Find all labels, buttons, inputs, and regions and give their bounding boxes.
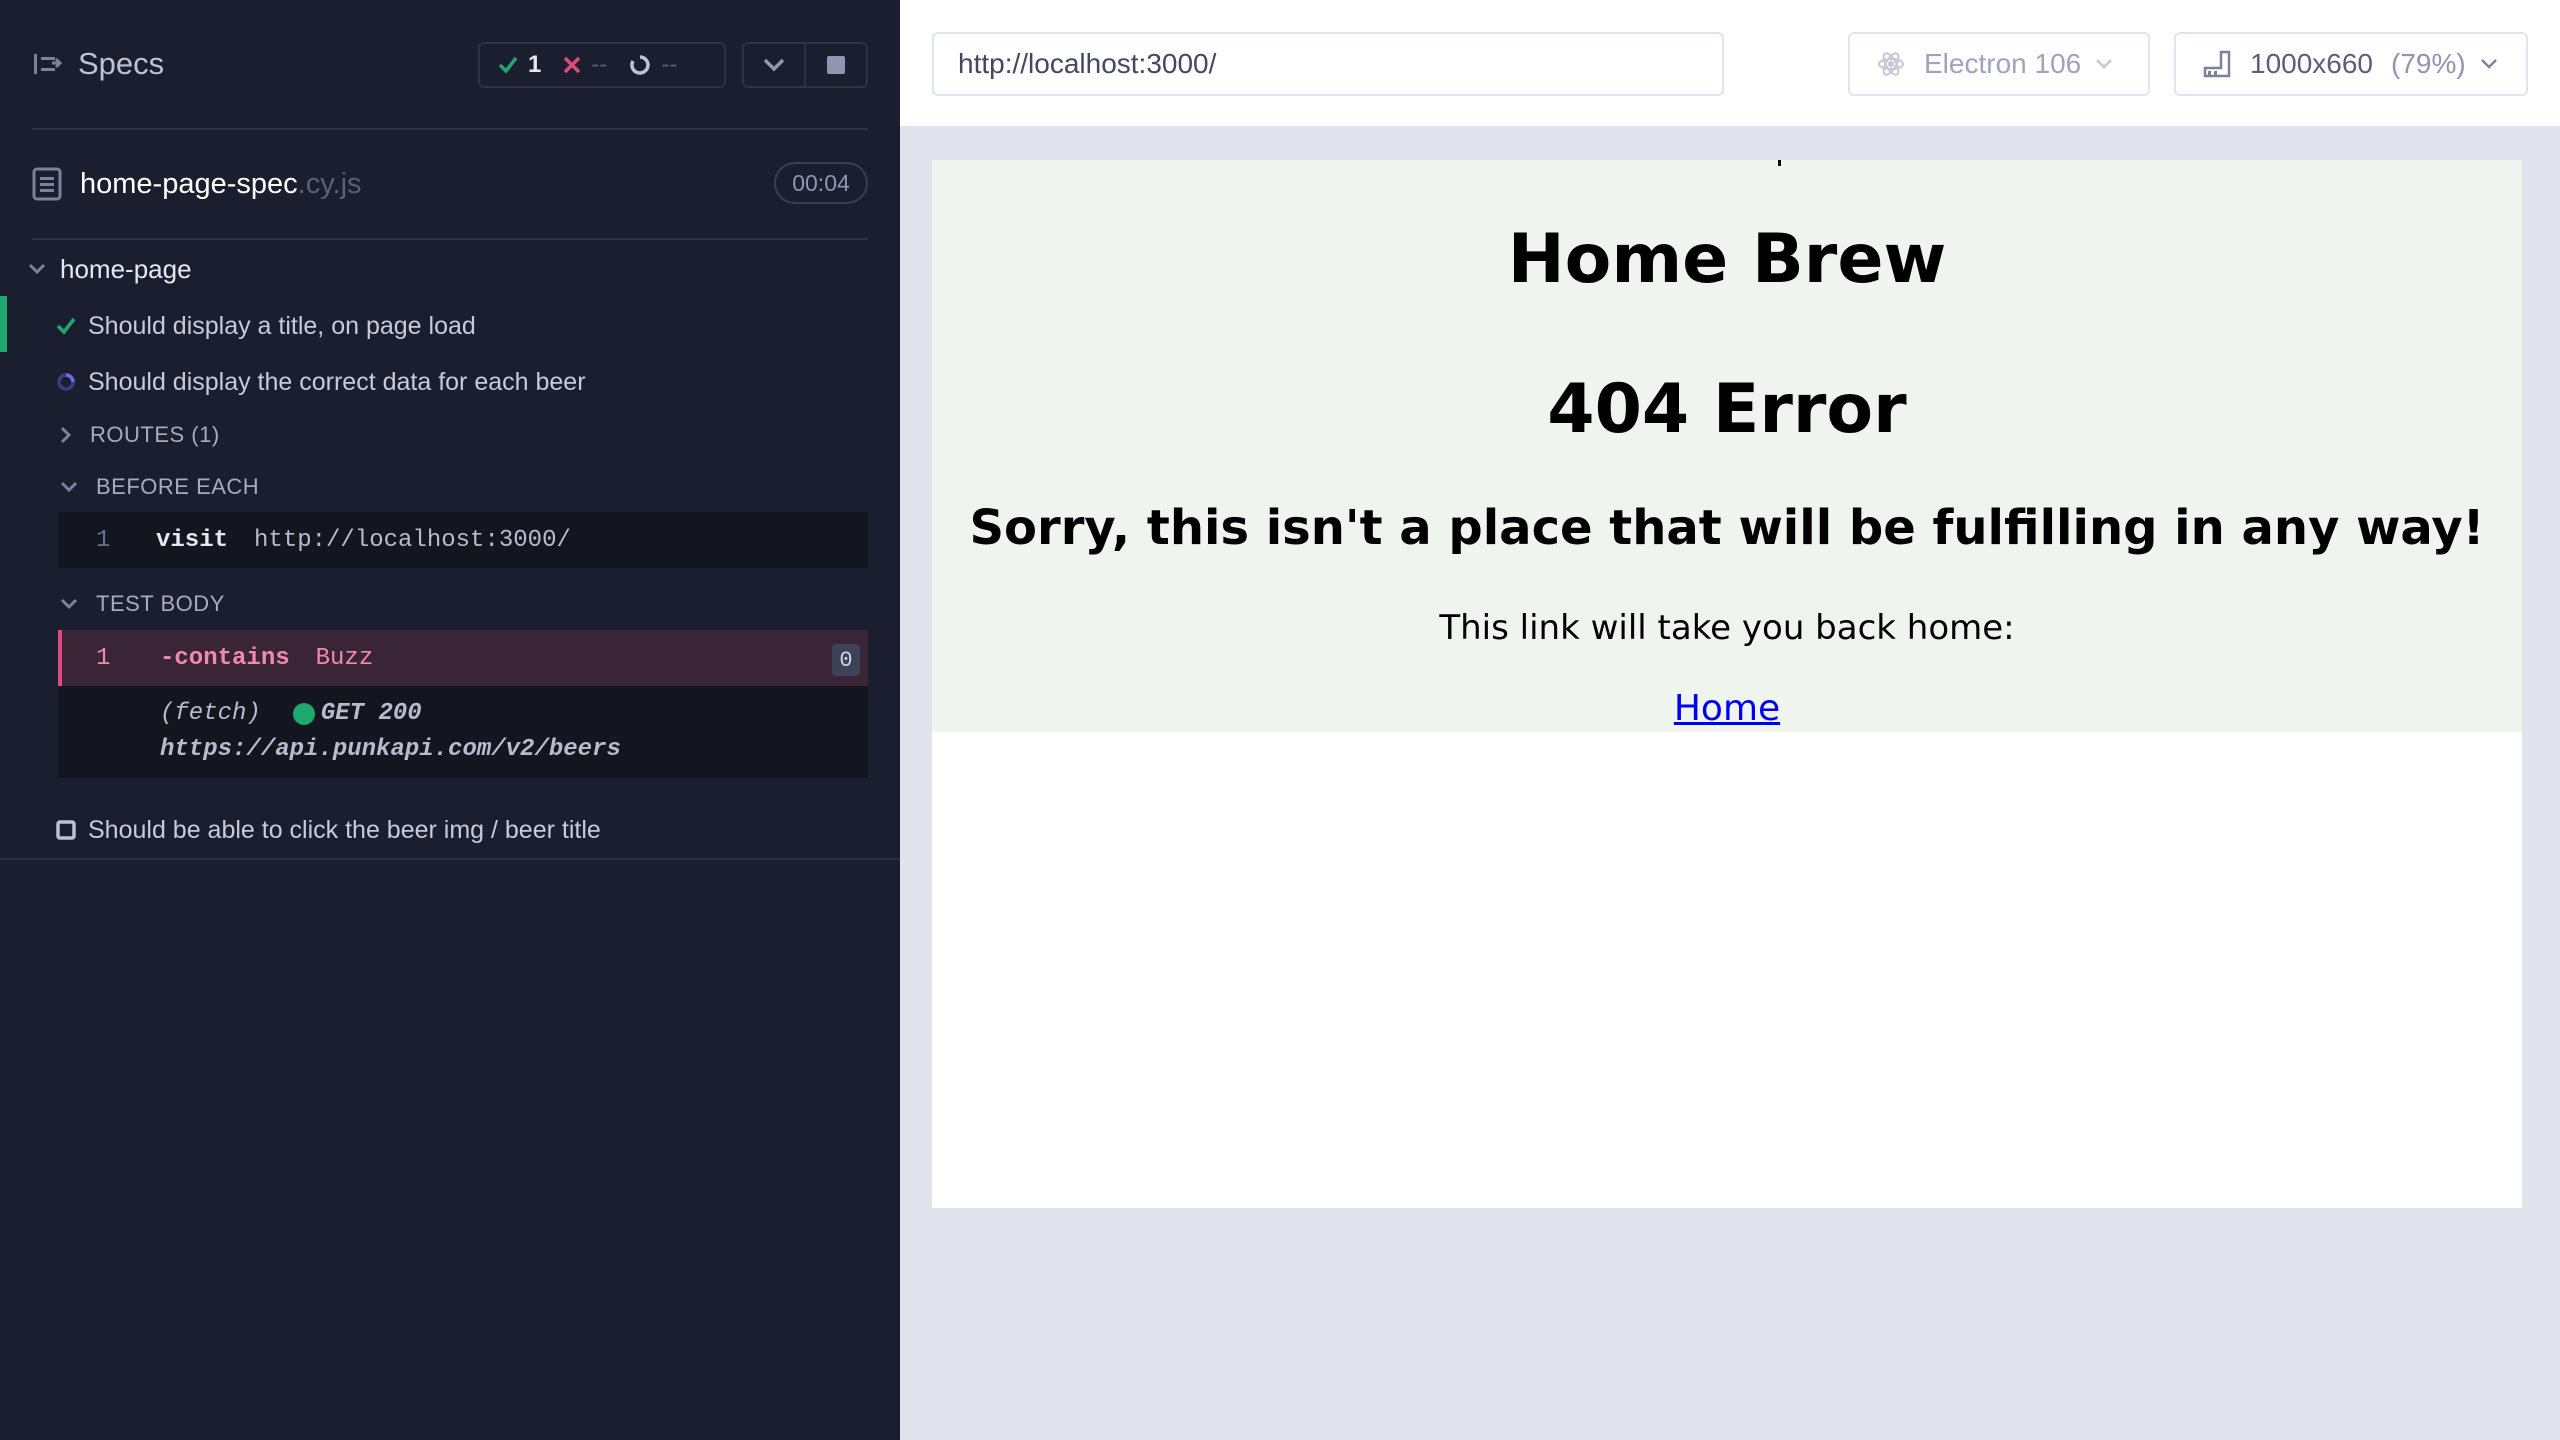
chevron-down-icon [28, 263, 46, 275]
app-viewport: Home Brew 404 Error Sorry, this isn't a … [932, 160, 2522, 1208]
pending-stat: -- [629, 51, 677, 79]
page-artifact-mark [1778, 160, 1781, 166]
app-title: Home Brew [1507, 220, 1947, 299]
command-number: 1 [96, 526, 111, 554]
test-body-section[interactable]: TEST BODY [60, 588, 225, 620]
spec-duration: 00:04 [774, 162, 868, 204]
test-title: Should display the correct data for each… [88, 367, 586, 396]
spec-extension: .cy.js [297, 167, 362, 200]
command-name: visit [156, 526, 229, 554]
suite-title: home-page [60, 253, 192, 284]
reporter-header: Specs 1 -- -- [0, 0, 900, 130]
chevron-down-icon [763, 58, 785, 72]
status-dot-icon [292, 702, 315, 725]
test-body-commands: 1 -contains Buzz 0 (fetch) GET 200 https… [58, 630, 868, 778]
pending-icon [630, 55, 650, 75]
electron-icon [1878, 52, 1904, 76]
zoom-level: (79%) [2391, 48, 2466, 79]
tests-bottom-divider [0, 858, 900, 860]
command-name: -contains [160, 644, 290, 672]
url-bar[interactable]: http://localhost:3000/ [932, 32, 1724, 96]
passed-count: 1 [528, 51, 542, 78]
before-each-section[interactable]: BEFORE EACH [60, 471, 259, 503]
ruler-icon [2203, 50, 2231, 78]
stop-button[interactable] [804, 44, 866, 86]
viewport-selector[interactable]: 1000x660 (79%) [2174, 32, 2528, 96]
app-under-test-area: http://localhost:3000/ Electron 106 1000… [900, 0, 2560, 1440]
run-controls [742, 42, 868, 88]
specs-label: Specs [78, 46, 165, 81]
home-link[interactable]: Home [1674, 688, 1780, 729]
passed-stat: 1 [498, 51, 541, 79]
suite-home-page[interactable]: home-page [28, 252, 192, 286]
command-contains[interactable]: 1 -contains Buzz 0 [58, 630, 868, 686]
fetch-url-line: https://api.punkapi.com/v2/beers [160, 736, 621, 763]
app-page: Home Brew 404 Error Sorry, this isn't a … [932, 160, 2522, 732]
pending-square-icon [56, 820, 76, 840]
expand-all-button[interactable] [744, 44, 804, 86]
spec-name: home-page-spec [80, 167, 298, 200]
fetch-status: GET 200 [320, 700, 422, 727]
routes-label: ROUTES (1) [90, 422, 220, 447]
back-home-text: This link will take you back home: [1439, 608, 2015, 648]
aut-toolbar: http://localhost:3000/ Electron 106 1000… [900, 0, 2560, 128]
cross-icon [564, 56, 581, 74]
chevron-down-icon [60, 481, 78, 493]
test-stats: 1 -- -- [478, 42, 726, 88]
test-title: Should be able to click the beer img / b… [88, 815, 601, 844]
chevron-down-icon [2480, 59, 2497, 69]
element-count-badge: 0 [832, 644, 860, 676]
chevron-down-icon [60, 598, 78, 610]
fetch-label: (fetch) [160, 700, 261, 727]
pending-count: -- [661, 51, 678, 78]
passed-indicator-bar [0, 296, 7, 352]
spec-divider [32, 238, 868, 240]
command-visit[interactable]: 1 visit http://localhost:3000/ [58, 512, 868, 568]
browser-name: Electron 106 [1924, 48, 2082, 79]
header-divider [32, 128, 868, 130]
specs-toggle-button[interactable]: Specs [32, 46, 164, 82]
browser-selector[interactable]: Electron 106 [1848, 32, 2150, 96]
failed-stat: -- [563, 51, 607, 79]
check-icon [498, 56, 518, 74]
routes-section[interactable]: ROUTES (1) [60, 419, 220, 451]
before-each-label: BEFORE EACH [96, 474, 260, 499]
specs-list-icon [34, 54, 63, 74]
test-title: Should display a title, on page load [88, 311, 476, 340]
command-number: 1 [96, 644, 111, 672]
running-spinner-icon [57, 373, 75, 391]
test-body-label: TEST BODY [96, 591, 225, 616]
chevron-down-icon [2096, 59, 2113, 69]
viewport-size: 1000x660 [2250, 48, 2374, 79]
error-heading: 404 Error [1547, 370, 1907, 449]
test-click-beer[interactable]: Should be able to click the beer img / b… [56, 810, 601, 850]
fetch-url: https://api.punkapi.com/v2/beers [160, 736, 621, 763]
spec-file-row: home-page-spec .cy.js 00:04 [32, 160, 868, 208]
command-message: Buzz [315, 644, 374, 672]
reporter-panel: Specs 1 -- -- home-page-spec .cy.js 00:0… [0, 0, 900, 1440]
command-message: http://localhost:3000/ [254, 526, 571, 554]
before-each-commands: 1 visit http://localhost:3000/ [58, 512, 868, 568]
chevron-right-icon [60, 426, 72, 444]
test-display-title[interactable]: Should display a title, on page load [56, 306, 476, 346]
stop-icon [827, 56, 845, 74]
check-icon [56, 317, 76, 335]
fetch-request[interactable]: (fetch) GET 200 [160, 700, 422, 727]
test-display-data[interactable]: Should display the correct data for each… [56, 362, 586, 402]
url-text: http://localhost:3000/ [958, 48, 1217, 79]
file-icon [32, 167, 62, 201]
error-message: Sorry, this isn't a place that will be f… [969, 500, 2485, 556]
home-link-wrapper: Home [932, 688, 2522, 729]
failed-count: -- [591, 51, 608, 78]
